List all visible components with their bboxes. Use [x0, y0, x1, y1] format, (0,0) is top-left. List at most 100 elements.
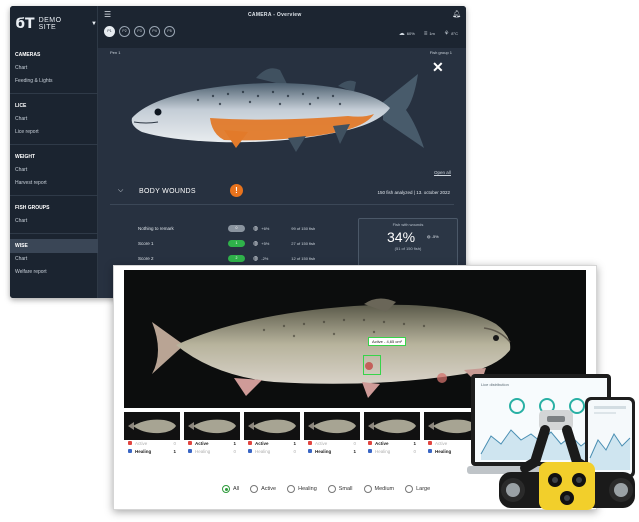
sidebar-divider — [10, 233, 98, 234]
radio-button[interactable] — [327, 485, 336, 493]
pen-button-p4[interactable]: P4 — [149, 26, 160, 37]
wound-tag: Active - 4,65 cm² — [368, 337, 407, 346]
wound-score-row[interactable]: Score 2 2 ◍ -2% 12 of 150 fish — [138, 254, 358, 263]
top-stat: ≡ 1m — [424, 30, 435, 37]
radio-button[interactable] — [287, 485, 296, 493]
chevron-down-icon[interactable]: ▼ — [91, 21, 97, 27]
sidebar-divider — [10, 93, 98, 94]
filter-large[interactable]: Large — [405, 485, 430, 493]
active-swatch — [188, 441, 192, 445]
active-label: Active — [368, 440, 389, 448]
sidebar-divider — [10, 144, 98, 145]
trend-value: +6% — [261, 226, 270, 231]
radio-button[interactable] — [405, 485, 414, 493]
sidebar-section-wise[interactable]: WISE — [10, 239, 98, 253]
fish-group-label: Fish group 1 — [429, 50, 452, 55]
thumbnail-image[interactable] — [184, 412, 240, 440]
top-stat: ☁ 60% — [399, 30, 415, 37]
healing-count-line: Healing 0 — [364, 448, 420, 456]
wound-score-label: Score 1 — [138, 241, 154, 246]
filter-label: Large — [416, 486, 431, 492]
brand[interactable]: ϭT DEMO SITE ▼ — [15, 16, 97, 32]
menu-icon[interactable]: ☰ — [104, 10, 111, 19]
radio-button[interactable] — [250, 485, 259, 493]
filter-active[interactable]: Active — [250, 485, 276, 493]
active-label: Active — [128, 440, 147, 448]
analysis-info: 150 fish analyzed | 13. october 2022 — [377, 190, 450, 195]
trend-icon: ◍ — [253, 256, 259, 262]
pen-button-p1[interactable]: P1 — [104, 26, 115, 37]
sidebar-section-lice[interactable]: LICE — [10, 99, 98, 113]
thumbnail-strip: Active 0 Healing 1 Active 1 Healing 0 Active 1 Hea… — [124, 412, 480, 456]
radio-button[interactable] — [363, 485, 372, 493]
bars-icon: ≡ — [423, 30, 428, 37]
wound-thumbnail[interactable]: Active 1 Healing 0 — [244, 412, 300, 456]
sidebar-item-feeding-lights[interactable]: Feeding & Lights — [10, 75, 98, 88]
filter-label: Active — [261, 486, 277, 492]
wound-thumbnail[interactable]: Active 1 Healing 0 — [364, 412, 420, 456]
active-count: 1 — [233, 441, 236, 446]
healing-count-line: Healing 0 — [244, 448, 300, 456]
pen-button-p2[interactable]: P2 — [119, 26, 130, 37]
brand-name: DEMO SITE — [38, 17, 62, 31]
wound-thumbnail[interactable]: Active 1 Healing 0 — [184, 412, 240, 456]
sidebar-item-chart[interactable]: Chart — [10, 215, 98, 228]
filter-small[interactable]: Small — [327, 485, 353, 493]
healing-label: Healing — [128, 448, 151, 456]
wound-thumbnail[interactable]: Active 0 Healing 1 — [124, 412, 180, 456]
wound-score-row[interactable]: Nothing to remark 0 ◍ +6% 99 of 150 fish — [138, 224, 358, 233]
trend-icon: ◍ — [253, 226, 259, 232]
sidebar-item-chart[interactable]: Chart — [10, 62, 98, 75]
active-count: 0 — [353, 441, 356, 446]
filter-all[interactable]: All — [222, 485, 239, 493]
thumbnail-image[interactable] — [244, 412, 300, 440]
score-badge: 0 — [228, 225, 245, 232]
healing-swatch — [248, 449, 252, 453]
healing-swatch — [128, 449, 132, 453]
sidebar-item-lice-report[interactable]: Lice report — [10, 126, 98, 139]
filter-label: All — [233, 486, 240, 492]
healing-swatch — [188, 449, 192, 453]
healing-label: Healing — [308, 448, 331, 456]
healing-count: 1 — [353, 449, 356, 454]
trend-value: +5% — [261, 241, 270, 246]
section-title[interactable]: BODY WOUNDS — [139, 188, 196, 195]
sidebar-section-weight[interactable]: WEIGHT — [10, 150, 98, 164]
wound-thumbnail[interactable]: Active 0 Healing 1 — [304, 412, 360, 456]
close-icon[interactable]: ✕ — [432, 59, 444, 76]
top-bar: ☰ CAMERA - Overview 🔔︎ P1 P2 P3 P4 P5 ☁ 60% ≡ 1… — [98, 6, 466, 48]
active-label: Active — [308, 440, 327, 448]
wound-score-row[interactable]: Score 1 1 ◍ +5% 27 of 150 fish — [138, 239, 358, 248]
thumbnail-image[interactable] — [124, 412, 180, 440]
sidebar-divider — [10, 195, 98, 196]
sidebar-item-harvest-report[interactable]: Harvest report — [10, 177, 98, 190]
feed-icon: ☁ — [398, 31, 405, 37]
thumbnail-image[interactable] — [304, 412, 360, 440]
sidebar-section-fish-groups[interactable]: FISH GROUPS — [10, 201, 98, 215]
sidebar-item-chart[interactable]: Chart — [10, 113, 98, 126]
active-count-line: Active 0 — [124, 440, 180, 448]
sidebar-item-chart[interactable]: Chart — [10, 164, 98, 177]
radio-button[interactable] — [222, 485, 230, 493]
pen-button-p5[interactable]: P5 — [164, 26, 175, 37]
dashboard-window: ϭT DEMO SITE ▼ CAMERAS Chart Feeding & Lig… — [10, 6, 466, 298]
bell-icon[interactable]: 🔔︎ — [452, 10, 461, 18]
sidebar-item-welfare-report[interactable]: Welfare report — [10, 266, 98, 279]
active-count: 1 — [413, 441, 416, 446]
healing-swatch — [428, 449, 432, 453]
sidebar-item-chart[interactable]: Chart — [10, 253, 98, 266]
healing-swatch — [308, 449, 312, 453]
sidebar-section-cameras[interactable]: CAMERAS — [10, 48, 98, 62]
healing-label: Healing — [428, 448, 451, 456]
thumbnail-image[interactable] — [364, 412, 420, 440]
filter-healing[interactable]: Healing — [287, 485, 317, 493]
fish-count: 27 of 150 fish — [291, 241, 316, 246]
collapse-chevron-icon[interactable]: ⌵ — [118, 187, 123, 195]
pen-button-p3[interactable]: P3 — [134, 26, 145, 37]
wound-bounding-box[interactable] — [363, 355, 381, 375]
open-all-link[interactable]: Open all — [434, 170, 451, 176]
active-swatch — [428, 441, 432, 445]
active-label: Active — [188, 440, 209, 448]
filter-medium[interactable]: Medium — [363, 485, 394, 493]
temp-icon: ⚘ — [443, 31, 450, 37]
